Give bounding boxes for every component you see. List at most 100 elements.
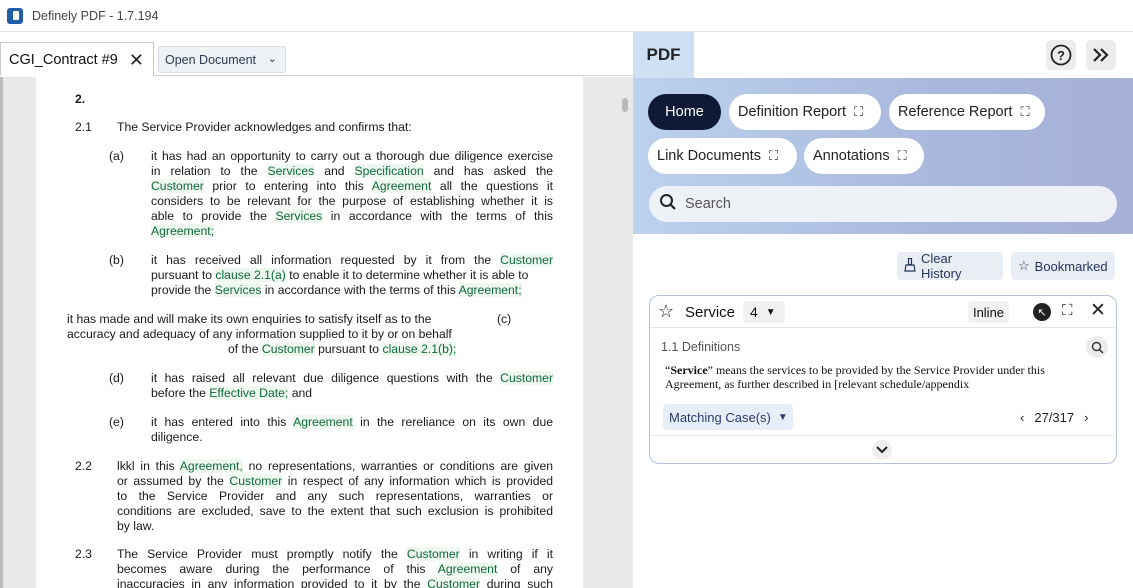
next-match-icon[interactable]: ›	[1084, 410, 1088, 425]
defined-term-link[interactable]: Customer	[500, 371, 553, 385]
document-tab-label: CGI_Contract #9	[9, 51, 118, 68]
clause-line: accuracy and adequacy of any information…	[67, 327, 452, 341]
search-icon	[659, 193, 677, 216]
bookmarked-button[interactable]: ☆ Bookmarked	[1011, 252, 1115, 280]
close-tab-icon[interactable]: ✕	[129, 50, 144, 71]
clause-heading: 2.	[75, 92, 86, 106]
pdf-tab[interactable]: PDF	[633, 32, 694, 78]
help-icon[interactable]: ?	[1046, 40, 1076, 70]
clause-line: diligence.	[151, 430, 203, 444]
definition-card: ☆ Service 4 ▼ Inline ↖ ⛶ ✕ 1.1 Definitio…	[649, 295, 1117, 464]
defined-term-link[interactable]: Agreement;	[151, 224, 215, 238]
star-icon: ☆	[1018, 258, 1030, 273]
inline-toggle-button[interactable]: Inline	[968, 301, 1009, 323]
expand-icon: ⛶	[854, 104, 864, 119]
clause-line: or assumed by the Customer in respect of…	[117, 474, 554, 488]
clause-line: of the Customer pursuant to clause 2.1(b…	[228, 342, 457, 356]
defined-term-link[interactable]: Services	[267, 164, 315, 178]
panel-top-bar: ?	[694, 32, 1133, 78]
clause-line: conditions are excluded, save to the ext…	[117, 504, 553, 518]
nav-home-label: Home	[665, 104, 704, 120]
svg-text:?: ?	[1057, 48, 1065, 63]
expand-icon: ⛶	[1020, 104, 1030, 119]
nav-annotations-button[interactable]: Annotations ⛶	[804, 138, 924, 174]
pdf-page: 2. 2.1 The Service Provider acknowledges…	[36, 77, 583, 588]
defined-term-link[interactable]: Customer	[427, 577, 480, 588]
bookmark-star-icon[interactable]: ☆	[658, 301, 674, 322]
match-pager: ‹ 27/317 ›	[1020, 410, 1088, 425]
defined-term-link[interactable]: Agreement	[371, 179, 432, 193]
defined-term-link[interactable]: Specification	[354, 164, 424, 178]
occurrence-count: 4	[750, 304, 758, 320]
nav-definition-report-button[interactable]: Definition Report ⛶	[729, 94, 881, 130]
sub-clause-label: (b)	[109, 253, 124, 267]
defined-term-title: Service	[685, 304, 736, 321]
document-pane: CGI_Contract #9 ✕ Open Document ⌄ 2. 2.1…	[0, 32, 633, 588]
broom-icon	[904, 257, 916, 275]
clause-line: pursuant to clause 2.1(a) to enable it t…	[151, 268, 529, 282]
search-placeholder: Search	[685, 196, 731, 212]
defined-term-link[interactable]: Services	[214, 283, 262, 297]
nav-home-button[interactable]: Home	[648, 94, 721, 130]
zoom-search-icon[interactable]	[1086, 336, 1108, 358]
defined-term-link[interactable]: Customer	[151, 179, 204, 193]
clear-history-button[interactable]: Clear History	[897, 251, 1003, 281]
defined-term-link[interactable]: Agreement;	[458, 283, 522, 297]
clause-number: 2.2	[75, 459, 92, 473]
clause-line: The Service Provider must promptly notif…	[117, 547, 553, 561]
defined-term-link[interactable]: Customer	[261, 342, 315, 356]
matching-cases-dropdown[interactable]: Matching Case(s) ▼	[663, 404, 793, 430]
clause-line: it has received all information requeste…	[151, 253, 553, 267]
open-document-dropdown[interactable]: Open Document ⌄	[158, 46, 286, 73]
expand-icon: ⛶	[897, 148, 907, 163]
previous-match-icon[interactable]: ‹	[1020, 410, 1024, 425]
defined-term-link[interactable]: Agreement,	[179, 459, 243, 473]
chevron-down-icon[interactable]	[872, 440, 892, 460]
clause-line: before the Effective Date; and	[151, 386, 313, 400]
pdf-viewer[interactable]: 2. 2.1 The Service Provider acknowledges…	[0, 77, 633, 588]
defined-term-link[interactable]: Agreement	[437, 562, 498, 576]
close-icon[interactable]: ✕	[1090, 299, 1106, 322]
clause-reference-link[interactable]: clause 2.1(a)	[215, 268, 286, 282]
definition-section: 1.1 Definitions	[661, 340, 741, 354]
match-position: 27/317	[1034, 410, 1075, 425]
clause-line: considers to be relevant for the purpose…	[151, 194, 553, 208]
definition-card-header: ☆ Service 4 ▼ Inline ↖ ⛶ ✕	[650, 296, 1115, 328]
bookmarked-label: Bookmarked	[1034, 258, 1108, 274]
defined-term-link[interactable]: Services	[275, 209, 323, 223]
nav-reference-report-label: Reference Report	[898, 104, 1013, 120]
clause-line: it has had an opportunity to carry out a…	[151, 149, 553, 163]
app-logo-icon	[7, 7, 23, 24]
vertical-scrollbar[interactable]	[622, 98, 628, 112]
nav-link-documents-button[interactable]: Link Documents ⛶	[648, 138, 797, 174]
collapse-panel-icon[interactable]	[1086, 40, 1116, 70]
defined-term-link[interactable]: Customer	[406, 547, 460, 561]
clause-line: inaccuracies in any information provided…	[117, 577, 553, 588]
clause-line: able to provide the Services in accordan…	[151, 209, 554, 223]
occurrence-count-dropdown[interactable]: 4 ▼	[743, 301, 785, 323]
defined-term-link[interactable]: Agreement	[293, 415, 353, 429]
clause-text: The Service Provider acknowledges and co…	[117, 120, 412, 134]
inline-label: Inline	[972, 304, 1005, 320]
clause-line: by law.	[117, 519, 155, 533]
clause-reference-link[interactable]: clause 2.1(b);	[382, 342, 457, 356]
document-tab[interactable]: CGI_Contract #9 ✕	[0, 42, 154, 76]
defined-term-link[interactable]: Effective Date;	[209, 386, 289, 400]
panel-header: PDF ? Home Definition Report ⛶ Reference…	[633, 32, 1133, 234]
clause-line: provide the Services in accordance with …	[151, 283, 522, 297]
caret-down-icon: ▼	[765, 306, 776, 318]
clause-line: it has entered into this Agreement in th…	[151, 415, 553, 429]
open-document-label: Open Document	[165, 52, 257, 67]
expand-icon[interactable]: ⛶	[1062, 302, 1073, 319]
defined-term-link[interactable]: Customer	[500, 253, 553, 267]
nav-reference-report-button[interactable]: Reference Report ⛶	[889, 94, 1045, 130]
go-to-definition-icon[interactable]: ↖	[1033, 303, 1051, 321]
defined-term-link[interactable]: Customer	[229, 474, 283, 488]
clause-line: in relation to the Services and Specific…	[151, 164, 554, 178]
title-bar: Definely PDF - 1.7.194	[0, 0, 1133, 32]
app-title: Definely PDF - 1.7.194	[32, 8, 159, 23]
chevron-down-icon: ⌄	[267, 53, 277, 65]
search-input[interactable]: Search	[649, 186, 1117, 222]
clause-line: it has made and will make its own enquir…	[67, 312, 432, 326]
clause-line: lkkl in this Agreement, no representatio…	[117, 459, 554, 473]
